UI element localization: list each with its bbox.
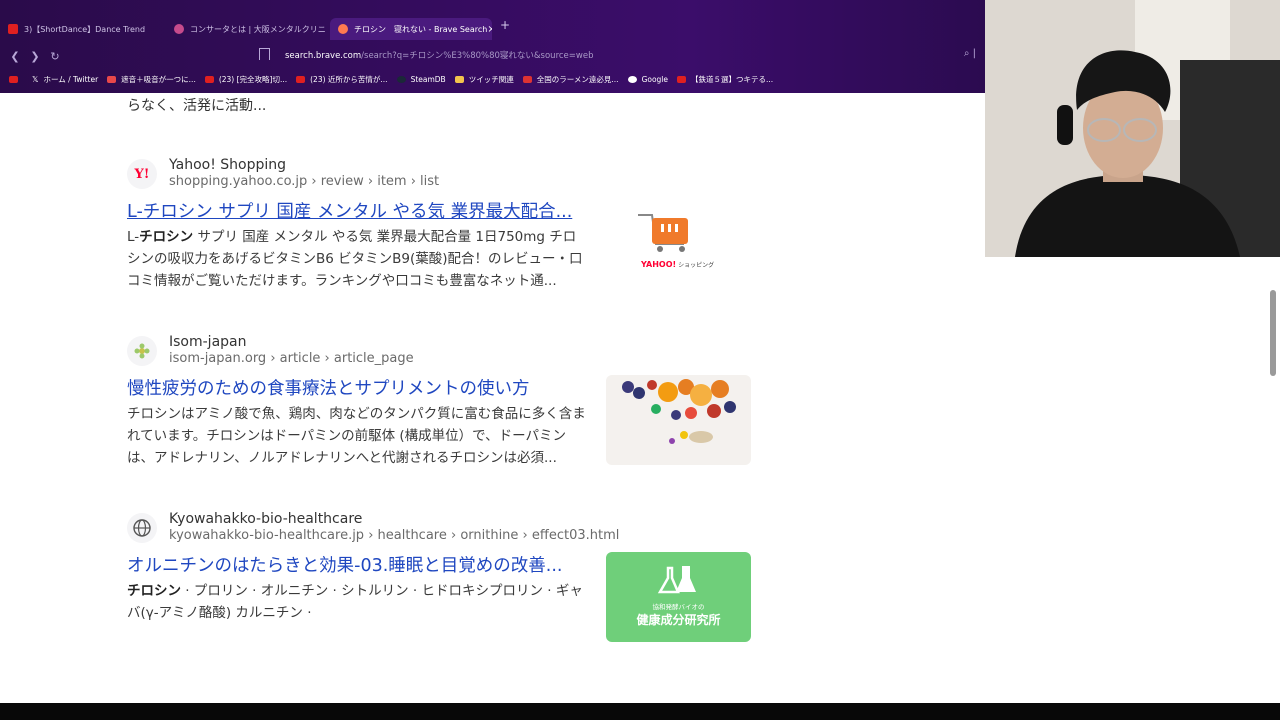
brave-icon: [338, 24, 348, 34]
youtube-icon: [8, 24, 18, 34]
address-host: search.brave.com: [285, 51, 362, 61]
bookmark-item[interactable]: 𝕏 ホーム / Twitter: [32, 74, 98, 85]
tab-title: 3)【ShortDance】Dance Trend: [24, 24, 146, 34]
yahoo-shopping-logo: YAHOO! ショッピング: [641, 260, 715, 269]
result-site-name: Isom-japan: [169, 334, 247, 350]
result-url[interactable]: shopping.yahoo.co.jp › review › item › l…: [169, 174, 439, 189]
zoom-icon[interactable]: ⌕ |: [964, 48, 976, 59]
address-bar[interactable]: search.brave.com/search?q=チロシン%E3%80%80寝…: [285, 49, 593, 61]
result-site-name: Kyowahakko-bio-healthcare: [169, 511, 363, 527]
result-description: チロシン · プロリン · オルニチン · シトルリン · ヒドロキシプロリン …: [127, 583, 583, 621]
globe-icon: [133, 519, 151, 537]
bookmark-item[interactable]: 全国のラーメン遠必見...: [522, 74, 619, 85]
result-thumbnail[interactable]: [606, 375, 751, 465]
bookmark-item[interactable]: (23) 近所から苦情が...: [296, 74, 388, 85]
tab-bar: 3)【ShortDance】Dance Trend コンサータとは | 大阪メン…: [0, 18, 986, 40]
address-path: /search?q=チロシン%E3%80%80寝れない&source=web: [361, 51, 594, 61]
flask-icon: [657, 566, 696, 594]
youtube-icon: [9, 75, 18, 83]
bookmarks-bar: 𝕏 ホーム / Twitter 遮音＋吸音が一つに... (23) [完全攻略]切…: [0, 70, 986, 88]
result-description: チロシンはアミノ酸で魚、鶏肉、肉などのタンパク質に富む食品に多く含まれています。…: [127, 406, 586, 466]
fruit-photo: [622, 379, 736, 444]
result-title-link[interactable]: オルニチンのはたらきと効果-03.睡眠と目覚めの改善...: [127, 552, 562, 577]
site-icon: [107, 75, 117, 83]
bookmark-item[interactable]: 遮音＋吸音が一つに...: [107, 74, 196, 85]
result-url[interactable]: kyowahakko-bio-healthcare.jp › healthcar…: [169, 528, 619, 543]
tab-dance[interactable]: 3)【ShortDance】Dance Trend: [0, 18, 160, 40]
result-site-name: Yahoo! Shopping: [169, 157, 287, 173]
shield-icon: [174, 24, 184, 34]
browser-chrome: 3)【ShortDance】Dance Trend コンサータとは | 大阪メン…: [0, 0, 986, 93]
scrollbar-thumb[interactable]: [1270, 290, 1276, 376]
bookmark-item[interactable]: Google: [627, 75, 668, 84]
thumb-title: 健康成分研究所: [636, 613, 721, 627]
result-url[interactable]: isom-japan.org › article › article_page: [169, 351, 414, 366]
bookmark-item[interactable]: [9, 75, 23, 83]
youtube-icon: [296, 75, 306, 83]
tab-clinic[interactable]: コンサータとは | 大阪メンタルクリニック: [166, 18, 326, 40]
bookmark-icon[interactable]: [259, 48, 270, 60]
bookmark-item[interactable]: (23) [完全攻略]切...: [204, 74, 287, 85]
taskbar-strip: [0, 703, 1280, 720]
close-tab-icon[interactable]: ×: [487, 24, 492, 35]
tab-title: チロシン 寝れない - Brave Search: [354, 24, 488, 34]
result-thumbnail[interactable]: YAHOO! ショッピング: [606, 198, 751, 288]
bookmark-folder[interactable]: ツイッチ関連: [454, 74, 514, 85]
result-description: L-チロシン サプリ 国産 メンタル やる気 業界最大配合量 1日750mg チ…: [127, 229, 583, 289]
folder-icon: [454, 75, 464, 83]
flower-icon: [134, 343, 150, 359]
globe-favicon: [127, 513, 157, 543]
webcam-person: [985, 0, 1280, 257]
previous-result-snippet: らなく、活発に活動...: [127, 98, 267, 114]
bookmark-item[interactable]: SteamDB: [396, 75, 446, 84]
tab-title: コンサータとは | 大阪メンタルクリニック: [190, 24, 326, 34]
ramen-icon: [522, 75, 532, 83]
shopping-cart-icon: [638, 214, 688, 252]
forward-icon[interactable]: ❯: [25, 50, 45, 63]
webcam-overlay: [985, 0, 1280, 257]
bookmark-item[interactable]: 【鉄道５選】つキテる...: [677, 74, 773, 85]
navigation-bar: ❮ ❯ ↻ search.brave.com/search?q=チロシン%E3%…: [0, 45, 986, 67]
yahoo-favicon: Y!: [127, 159, 157, 189]
reload-icon[interactable]: ↻: [45, 50, 65, 63]
result-title-link[interactable]: L-チロシン サプリ 国産 メンタル やる気 業界最大配合...: [127, 198, 572, 223]
result-title-link[interactable]: 慢性疲労のための食事療法とサプリメントの使い方: [127, 375, 530, 400]
x-icon: 𝕏: [32, 74, 39, 84]
youtube-icon: [677, 75, 687, 83]
steam-icon: [396, 75, 406, 83]
youtube-icon: [204, 75, 214, 83]
tab-brave-search[interactable]: チロシン 寝れない - Brave Search ×: [330, 18, 492, 40]
thumb-caption: 協和発酵バイオの: [652, 603, 705, 611]
google-icon: [627, 75, 637, 83]
new-tab-button[interactable]: +: [500, 18, 510, 32]
isom-favicon: [127, 336, 157, 366]
result-thumbnail[interactable]: 協和発酵バイオの 健康成分研究所: [606, 552, 751, 642]
back-icon[interactable]: ❮: [5, 50, 25, 63]
